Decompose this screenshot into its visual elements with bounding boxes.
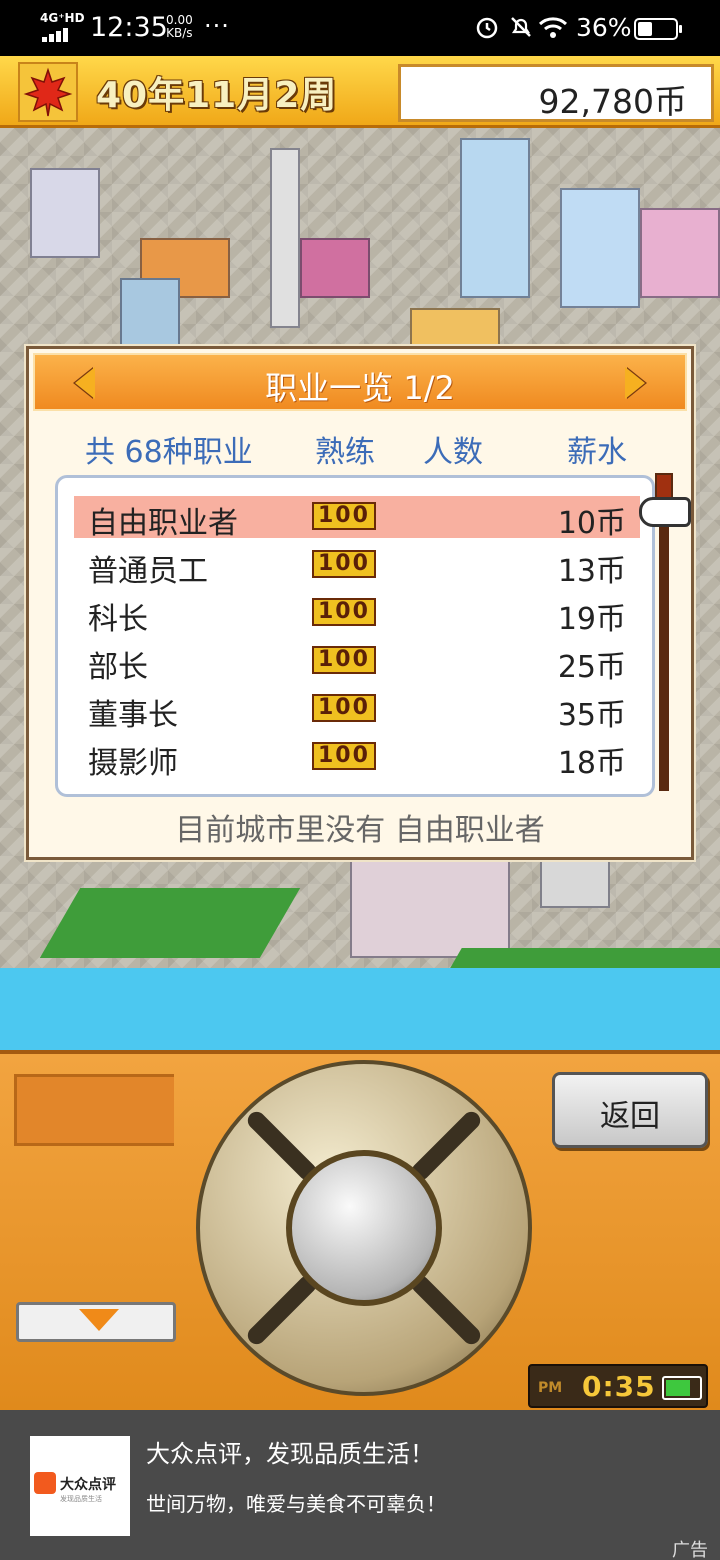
network-label: 4G⁺HD bbox=[40, 11, 85, 25]
job-name: 科长 bbox=[88, 602, 148, 637]
clock-ampm: PM bbox=[538, 1380, 563, 1396]
wifi-icon bbox=[538, 17, 568, 38]
skill-badge: 100 bbox=[312, 742, 376, 770]
job-name: 自由职业者 bbox=[88, 506, 238, 541]
skill-badge: 100 bbox=[312, 598, 376, 626]
game-battery-icon bbox=[662, 1376, 702, 1400]
ad-brand: 大众点评 bbox=[60, 1477, 116, 1493]
network-indicator: 4G⁺HD bbox=[40, 11, 85, 42]
job-row[interactable]: 自由职业者 100 10币 bbox=[74, 496, 640, 541]
battery-percent: 36% bbox=[576, 13, 632, 42]
job-salary: 19币 bbox=[557, 602, 626, 637]
job-row[interactable]: 普通员工 100 13币 bbox=[74, 544, 640, 589]
dianping-logo-icon bbox=[34, 1472, 56, 1494]
job-list: 自由职业者 100 10币 普通员工 100 13币 科长 100 19币 部长… bbox=[55, 475, 655, 797]
status-bar: 4G⁺HD 12:35 0.00 KB/s ··· 36% bbox=[0, 0, 720, 56]
ad-logo: 大众点评 发现品质生活 bbox=[30, 1436, 130, 1536]
salary-column-header: 薪水 bbox=[567, 435, 627, 470]
job-count-header: 共 68种职业 bbox=[85, 435, 253, 470]
more-notifications-icon: ··· bbox=[204, 12, 230, 40]
next-page-arrow-icon[interactable] bbox=[625, 367, 645, 399]
network-speed: 0.00 KB/s bbox=[166, 14, 193, 40]
job-name: 部长 bbox=[88, 650, 148, 685]
autumn-leaf-icon bbox=[18, 62, 78, 122]
alarm-icon bbox=[476, 17, 498, 39]
job-row[interactable]: 摄影师 100 18币 bbox=[74, 736, 640, 781]
pointing-hand-icon bbox=[639, 497, 691, 527]
controller-panel: 返回 PM 0:35 bbox=[0, 1050, 720, 1410]
job-name: 董事长 bbox=[88, 698, 178, 733]
game-clock: PM 0:35 bbox=[528, 1364, 708, 1408]
job-salary: 25币 bbox=[557, 650, 626, 685]
scroll-down-button[interactable] bbox=[16, 1302, 176, 1342]
job-salary: 35币 bbox=[557, 698, 626, 733]
mute-icon bbox=[511, 17, 531, 37]
panel-header: 职业一览 1/2 bbox=[33, 353, 687, 411]
battery-icon bbox=[634, 18, 682, 40]
dpad[interactable] bbox=[196, 1060, 532, 1396]
job-list-panel: 职业一览 1/2 共 68种职业 熟练 人数 薪水 自由职业者 100 10币 … bbox=[26, 346, 694, 860]
skill-badge: 100 bbox=[312, 550, 376, 578]
job-salary: 13币 bbox=[557, 554, 626, 589]
job-name: 摄影师 bbox=[88, 746, 178, 781]
job-row[interactable]: 部长 100 25币 bbox=[74, 640, 640, 685]
money-display: 92,780币 bbox=[398, 64, 714, 122]
status-message: 目前城市里没有 自由职业者 bbox=[175, 813, 545, 848]
job-row[interactable]: 科长 100 19币 bbox=[74, 592, 640, 637]
ad-subtitle: 世间万物，唯爱与美食不可辜负！ bbox=[146, 1492, 446, 1516]
down-arrow-icon bbox=[79, 1309, 119, 1331]
game-date: 40年11月2周 bbox=[96, 75, 338, 116]
ad-tag: 广告 bbox=[672, 1540, 708, 1560]
back-button-label: 返回 bbox=[600, 1099, 660, 1134]
skill-badge: 100 bbox=[312, 646, 376, 674]
panel-title: 职业一览 1/2 bbox=[265, 369, 455, 407]
speed-unit: KB/s bbox=[166, 26, 193, 40]
people-column-header: 人数 bbox=[423, 435, 483, 470]
game-top-bar: 40年11月2周 92,780币 bbox=[0, 56, 720, 128]
job-salary: 10币 bbox=[557, 506, 626, 541]
job-name: 普通员工 bbox=[88, 554, 208, 589]
ad-title: 大众点评，发现品质生活！ bbox=[146, 1440, 434, 1468]
skill-column-header: 熟练 bbox=[315, 435, 375, 470]
skill-badge: 100 bbox=[312, 694, 376, 722]
ad-banner[interactable]: 大众点评 发现品质生活 大众点评，发现品质生活！ 世间万物，唯爱与美食不可辜负！… bbox=[0, 1410, 720, 1560]
job-salary: 18币 bbox=[557, 746, 626, 781]
job-row[interactable]: 董事长 100 35币 bbox=[74, 688, 640, 733]
back-button[interactable]: 返回 bbox=[552, 1072, 708, 1148]
skill-badge: 100 bbox=[312, 502, 376, 530]
clock-time: 12:35 bbox=[90, 12, 168, 43]
dpad-center-button[interactable] bbox=[286, 1150, 442, 1306]
info-display bbox=[14, 1074, 174, 1146]
ad-slogan: 发现品质生活 bbox=[60, 1495, 102, 1503]
signal-icon bbox=[42, 28, 72, 42]
game-clock-time: 0:35 bbox=[582, 1370, 656, 1403]
money-amount: 92,780币 bbox=[538, 82, 687, 121]
